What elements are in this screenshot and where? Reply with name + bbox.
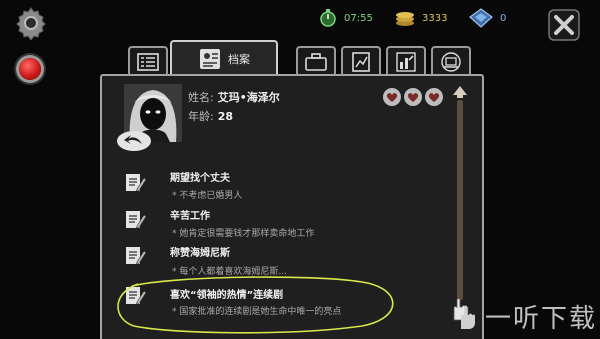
clock-value: 07:55 xyxy=(344,12,373,24)
name-row: 姓名: 艾玛•海泽尔 xyxy=(188,89,280,105)
gems-value: 0 xyxy=(500,12,507,24)
tab-report[interactable] xyxy=(341,46,381,76)
back-arrow-icon[interactable] xyxy=(116,130,152,152)
affection-hearts xyxy=(383,88,443,106)
tab-computer[interactable] xyxy=(431,46,471,76)
heart-icon xyxy=(404,88,422,106)
stopwatch-icon xyxy=(320,9,336,27)
bar-graph-icon xyxy=(396,52,416,72)
settings-gear-icon[interactable] xyxy=(14,6,48,40)
document-chart-icon xyxy=(352,52,370,72)
trait-title: 辛苦工作 xyxy=(170,211,210,222)
money-stat: 3333 xyxy=(394,8,447,28)
age-label: 年龄: xyxy=(188,110,214,123)
trait-title: 称赞海姆尼斯 xyxy=(170,248,230,259)
tab-briefcase[interactable] xyxy=(296,46,336,76)
heart-icon xyxy=(425,88,443,106)
money-value: 3333 xyxy=(422,12,448,24)
trait-title: 期望找个丈夫 xyxy=(170,173,230,184)
scrollbar-track[interactable] xyxy=(457,100,463,300)
gems-stat: 0 xyxy=(468,8,506,28)
clock-stat: 07:55 xyxy=(318,8,373,28)
age-value: 28 xyxy=(217,110,234,123)
dossier-icon xyxy=(200,49,220,69)
annotation-circle xyxy=(117,276,394,334)
name-label: 姓名: xyxy=(188,91,214,104)
trait-desc: * 她肯定很需要钱才那样卖命地工作 xyxy=(172,229,315,239)
tab-dossier-label: 档案 xyxy=(228,53,250,66)
scroll-up-arrow-icon[interactable] xyxy=(452,85,468,99)
gem-icon xyxy=(469,8,493,28)
list-icon xyxy=(137,53,159,71)
close-icon[interactable] xyxy=(547,8,581,42)
age-row: 年龄: 28 xyxy=(188,108,233,124)
watermark-logo-icon xyxy=(461,305,475,329)
note-pencil-icon xyxy=(126,211,146,229)
tab-list[interactable] xyxy=(128,46,168,76)
record-button[interactable] xyxy=(19,58,41,80)
tab-stats[interactable] xyxy=(386,46,426,76)
note-pencil-icon xyxy=(126,247,146,265)
note-pencil-icon xyxy=(126,174,146,192)
tab-dossier[interactable]: 档案 xyxy=(170,40,278,76)
heart-icon xyxy=(383,88,401,106)
watermark-text: 一听下载 xyxy=(485,304,598,334)
laptop-icon xyxy=(441,52,461,72)
name-value: 艾玛•海泽尔 xyxy=(217,91,280,104)
watermark: 一听下载 xyxy=(455,298,597,335)
trait-desc: * 不考虑已婚男人 xyxy=(172,191,243,201)
coins-icon xyxy=(396,12,414,26)
briefcase-icon xyxy=(305,53,327,71)
